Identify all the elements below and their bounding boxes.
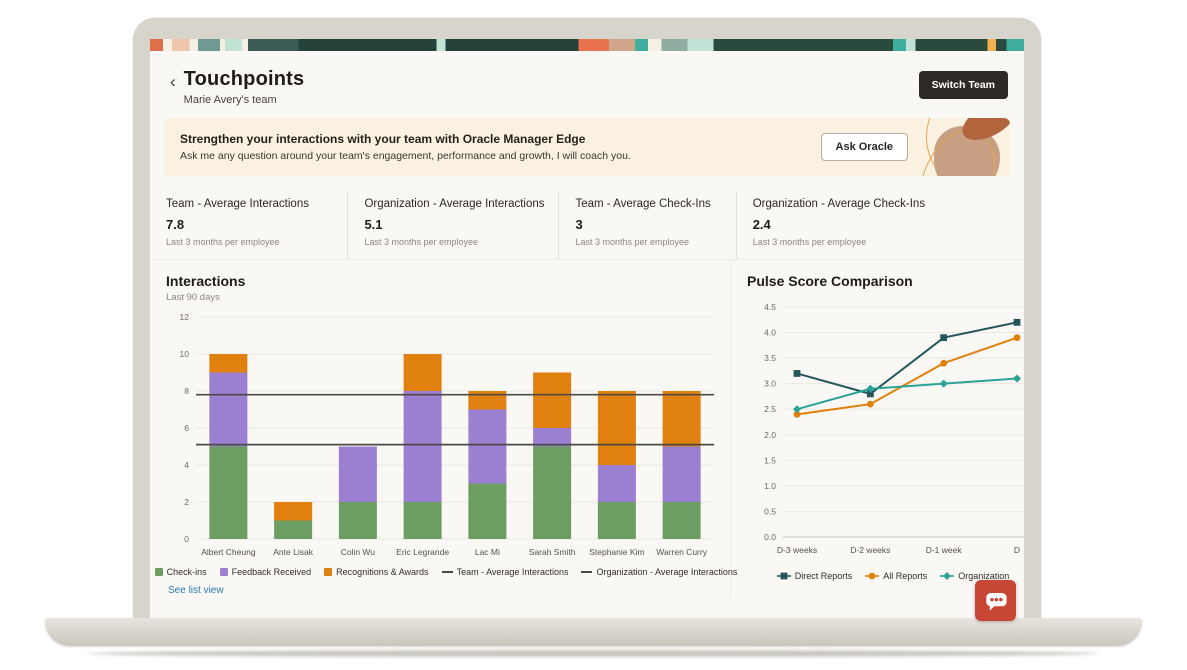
svg-text:0.0: 0.0 bbox=[764, 532, 776, 542]
svg-text:10: 10 bbox=[180, 349, 190, 359]
interactions-chart-subtitle: Last 90 days bbox=[166, 292, 726, 303]
see-list-view-link[interactable]: See list view bbox=[168, 585, 224, 596]
svg-text:D-3 weeks: D-3 weeks bbox=[777, 545, 817, 555]
svg-text:4.0: 4.0 bbox=[764, 328, 776, 338]
stats-row: Team - Average Interactions 7.8 Last 3 mon… bbox=[150, 188, 1024, 260]
svg-text:2: 2 bbox=[184, 497, 189, 507]
stat-card-2: Team - Average Check-Ins 3 Last 3 months p… bbox=[558, 192, 735, 259]
svg-text:4: 4 bbox=[184, 460, 189, 470]
stat-caption: Last 3 months per employee bbox=[575, 237, 725, 247]
svg-text:Ante Lisak: Ante Lisak bbox=[273, 547, 313, 557]
banner-subtitle: Ask me any question around your team's e… bbox=[180, 150, 631, 162]
screen-content: ‹ Touchpoints Marie Avery's team Switch … bbox=[150, 39, 1024, 618]
laptop-shadow bbox=[88, 650, 1099, 657]
title-block: Touchpoints Marie Avery's team bbox=[184, 68, 305, 106]
stat-label: Team - Average Check-Ins bbox=[575, 198, 725, 210]
stat-label: Organization - Average Check-Ins bbox=[753, 198, 1000, 210]
svg-text:3.0: 3.0 bbox=[764, 379, 776, 389]
stat-label: Team - Average Interactions bbox=[166, 198, 337, 210]
svg-text:0.5: 0.5 bbox=[764, 506, 776, 516]
interactions-panel: Interactions Last 90 days 0 2 4 6 8 10 12 Alber… bbox=[150, 260, 731, 598]
stat-value: 3 bbox=[575, 217, 725, 232]
svg-text:4.5: 4.5 bbox=[764, 302, 776, 312]
interactions-chart-title: Interactions bbox=[166, 273, 726, 289]
page-title: Touchpoints bbox=[184, 68, 305, 91]
page-subtitle: Marie Avery's team bbox=[184, 94, 305, 106]
svg-text:1.0: 1.0 bbox=[764, 481, 776, 491]
legend-item: Recognitions & Awards bbox=[324, 567, 428, 577]
legend-item: Team - Average Interactions bbox=[442, 567, 569, 577]
svg-text:Sarah Smith: Sarah Smith bbox=[529, 547, 576, 557]
svg-text:D-2 weeks: D-2 weeks bbox=[850, 545, 890, 555]
stat-card-0: Team - Average Interactions 7.8 Last 3 mon… bbox=[166, 192, 347, 259]
stat-caption: Last 3 months per employee bbox=[364, 237, 548, 247]
charts-section: Interactions Last 90 days 0 2 4 6 8 10 12 Alber… bbox=[150, 260, 1024, 598]
leaf-decoration bbox=[900, 118, 1010, 176]
stat-card-1: Organization - Average Interactions 5.1 La… bbox=[347, 192, 558, 259]
pulse-line-chart: 0.0 0.5 1.0 1.5 2.0 2.5 3.0 3.5 4.0 4.5 D-3 weeks D… bbox=[747, 293, 1024, 569]
svg-text:Lac Mi: Lac Mi bbox=[475, 547, 500, 557]
page-header: ‹ Touchpoints Marie Avery's team Switch … bbox=[150, 51, 1024, 114]
interactions-bar-chart: 0 2 4 6 8 10 12 Albert Cheung Ante Lisak Colin Wu… bbox=[166, 307, 722, 565]
svg-text:8: 8 bbox=[184, 386, 189, 396]
legend-item: All Reports bbox=[865, 571, 927, 581]
stat-caption: Last 3 months per employee bbox=[753, 237, 1000, 247]
svg-text:0: 0 bbox=[184, 534, 189, 544]
laptop-frame: ‹ Touchpoints Marie Avery's team Switch … bbox=[133, 18, 1041, 618]
svg-text:12: 12 bbox=[180, 312, 190, 322]
banner-title: Strengthen your interactions with your t… bbox=[180, 132, 631, 146]
svg-text:6: 6 bbox=[184, 423, 189, 433]
decorative-banner-strip bbox=[150, 39, 1024, 51]
interactions-chart-legend: Check-insFeedback ReceivedRecognitions &… bbox=[166, 567, 726, 577]
legend-item: Direct Reports bbox=[777, 571, 853, 581]
stat-value: 5.1 bbox=[364, 217, 548, 232]
chat-button[interactable] bbox=[975, 580, 1016, 621]
svg-text:Albert Cheung: Albert Cheung bbox=[201, 547, 256, 557]
legend-item: Feedback Received bbox=[220, 567, 312, 577]
manager-edge-banner: Strengthen your interactions with your t… bbox=[164, 118, 1010, 176]
svg-text:1.5: 1.5 bbox=[764, 455, 776, 465]
stat-card-3: Organization - Average Check-Ins 2.4 Last … bbox=[736, 192, 1010, 259]
svg-text:Colin Wu: Colin Wu bbox=[341, 547, 376, 557]
laptop-base bbox=[45, 618, 1142, 646]
svg-text:D-1 week: D-1 week bbox=[926, 545, 963, 555]
svg-text:3.5: 3.5 bbox=[764, 353, 776, 363]
svg-text:Eric Legrande: Eric Legrande bbox=[396, 547, 449, 557]
banner-text: Strengthen your interactions with your t… bbox=[180, 132, 631, 162]
stat-value: 7.8 bbox=[166, 217, 337, 232]
pulse-score-panel: Pulse Score Comparison 0.0 0.5 1.0 1.5 2.0 2.… bbox=[731, 260, 1024, 598]
svg-text:Stephanie Kim: Stephanie Kim bbox=[589, 547, 644, 557]
back-button[interactable]: ‹ bbox=[170, 72, 176, 92]
ask-oracle-button[interactable]: Ask Oracle bbox=[821, 133, 908, 161]
legend-item: Check-ins bbox=[155, 567, 207, 577]
chat-bubble-icon bbox=[981, 586, 1011, 616]
stat-label: Organization - Average Interactions bbox=[364, 198, 548, 210]
stat-caption: Last 3 months per employee bbox=[166, 237, 337, 247]
stat-value: 2.4 bbox=[753, 217, 1000, 232]
pulse-chart-title: Pulse Score Comparison bbox=[747, 273, 1024, 289]
svg-text:2.0: 2.0 bbox=[764, 430, 776, 440]
svg-text:Warren Curry: Warren Curry bbox=[656, 547, 707, 557]
svg-text:2.5: 2.5 bbox=[764, 404, 776, 414]
svg-text:D: D bbox=[1014, 545, 1020, 555]
switch-team-button[interactable]: Switch Team bbox=[919, 71, 1008, 99]
legend-item: Organization - Average Interactions bbox=[581, 567, 737, 577]
